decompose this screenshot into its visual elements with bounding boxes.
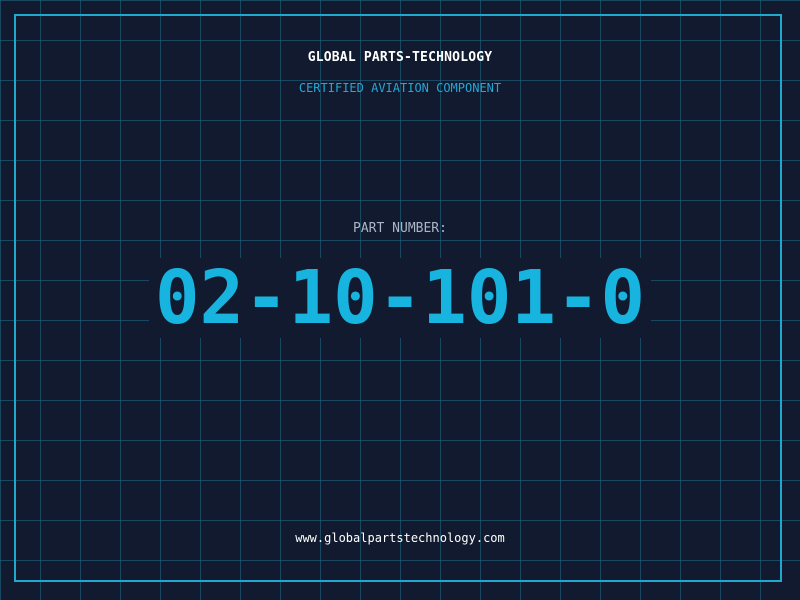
- part-number-value: 02-10-101-0: [148, 258, 652, 338]
- part-number-container: 02-10-101-0: [0, 258, 800, 338]
- website-url: www.globalpartstechnology.com: [295, 531, 505, 545]
- certificate-canvas: GLOBAL PARTS-TECHNOLOGY CERTIFIED AVIATI…: [0, 0, 800, 600]
- company-name: GLOBAL PARTS-TECHNOLOGY: [307, 50, 493, 65]
- certification-tagline: CERTIFIED AVIATION COMPONENT: [298, 81, 502, 95]
- part-number-label: PART NUMBER:: [353, 221, 447, 236]
